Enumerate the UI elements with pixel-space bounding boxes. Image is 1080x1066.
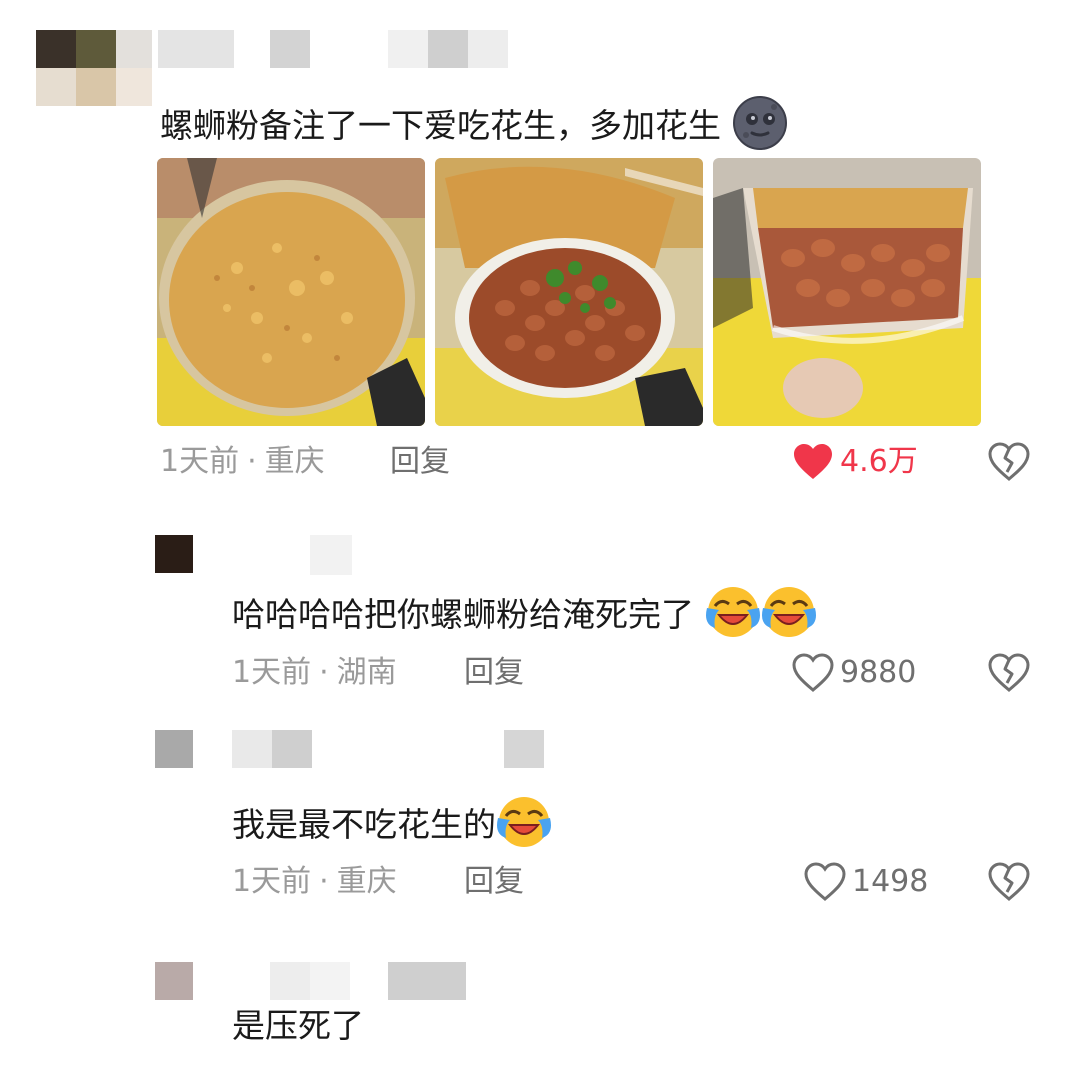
reply-button[interactable]: 回复: [464, 864, 524, 900]
avatar[interactable]: [155, 962, 193, 1000]
crying-laughing-emoji: [761, 584, 817, 649]
comment-text: 是压死了: [232, 1006, 364, 1045]
username[interactable]: [158, 30, 518, 70]
username[interactable]: [310, 535, 352, 575]
reply-button[interactable]: 回复: [464, 655, 524, 691]
broken-heart-icon: [988, 442, 1030, 481]
comment-time: 1天前: [232, 864, 312, 899]
comment-meta: 1天前 · 湖南: [232, 655, 397, 690]
moon-face-emoji: [732, 95, 788, 160]
comment-text: 哈哈哈哈把你螺蛳粉给淹死完了: [232, 584, 817, 649]
like-button[interactable]: 4.6万: [792, 442, 918, 482]
avatar[interactable]: [36, 30, 152, 106]
heart-icon: [794, 444, 832, 479]
username[interactable]: [270, 962, 470, 1002]
broken-heart-icon: [988, 862, 1030, 901]
like-count: 4.6万: [840, 444, 918, 479]
comment-meta: 1天前 · 重庆: [232, 864, 397, 899]
heart-icon: [804, 862, 846, 901]
comment-location: 重庆: [336, 864, 397, 899]
dislike-button[interactable]: [988, 862, 1030, 906]
heart-icon: [792, 653, 834, 692]
like-count: 1498: [852, 864, 929, 899]
avatar[interactable]: [155, 730, 193, 768]
avatar[interactable]: [155, 535, 193, 573]
comment-photo-2[interactable]: [435, 158, 703, 426]
comment-photo-3[interactable]: [713, 158, 981, 426]
comment-location: 湖南: [336, 655, 397, 690]
dislike-button[interactable]: [988, 653, 1030, 697]
crying-laughing-emoji: [705, 584, 761, 649]
reply-button[interactable]: 回复: [390, 444, 450, 480]
comment-time: 1天前: [160, 444, 240, 479]
comment-location: 重庆: [264, 444, 325, 479]
like-button[interactable]: 9880: [792, 653, 916, 693]
like-count: 9880: [840, 655, 917, 690]
dislike-button[interactable]: [988, 442, 1030, 486]
comment-photo-1[interactable]: [157, 158, 425, 426]
crying-laughing-emoji: [496, 794, 552, 859]
comment-meta: 1天前 · 重庆: [160, 444, 325, 479]
broken-heart-icon: [988, 653, 1030, 692]
comment-time: 1天前: [232, 655, 312, 690]
like-button[interactable]: 1498: [804, 862, 928, 902]
username[interactable]: [232, 730, 552, 770]
comment-text: 螺蛳粉备注了一下爱吃花生，多加花生: [160, 95, 788, 160]
comment-text: 我是最不吃花生的: [232, 794, 552, 859]
